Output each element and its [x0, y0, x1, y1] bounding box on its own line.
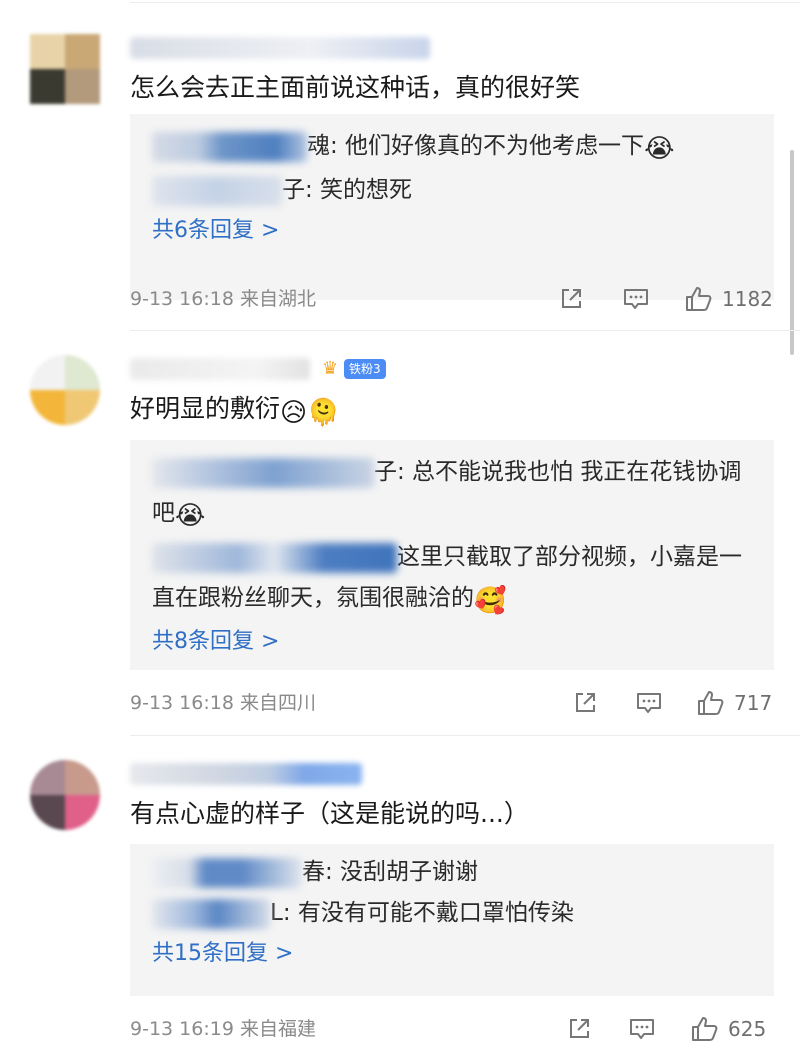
blushing-emoji: 🥰 [474, 586, 507, 616]
reply-username-blurred[interactable] [152, 857, 302, 888]
comment-item: 有点心虚的样子（这是能说的吗...） 春: 没刮胡子谢谢 L: 有没有可能不戴口… [0, 760, 800, 1060]
crying-laughing-emoji: 😭 [644, 134, 675, 164]
reply-box[interactable]: 春: 没刮胡子谢谢 L: 有没有可能不戴口罩怕传染 共15条回复 > [130, 844, 774, 996]
comment-item: ♛ 铁粉3 好明显的敷衍😥🫠 子: 总不能说我也怕 我正在花钱协调吧😭 这里只截… [0, 355, 800, 715]
timestamp-location: 9-13 16:19 来自福建 [130, 1018, 316, 1040]
fan-level-badge[interactable]: 铁粉3 [344, 359, 386, 379]
reply-line: L: 有没有可能不戴口罩怕传染 [152, 893, 752, 934]
username-blurred[interactable] [130, 37, 430, 59]
divider [130, 735, 800, 736]
sad-sweat-emoji: 😥 [280, 398, 308, 428]
comment-item: 怎么会去正主面前说这种话，真的很好笑 魂: 他们好像真的不为他考虑一下😭 子: … [0, 34, 800, 374]
comment-meta: 9-13 16:18 来自四川 717 [130, 688, 774, 718]
reply-username-blurred[interactable] [152, 175, 282, 206]
reply-line: 魂: 他们好像真的不为他考虑一下😭 [152, 126, 752, 170]
username-blurred[interactable] [130, 763, 362, 785]
view-more-replies-link[interactable]: 共15条回复 > [152, 934, 752, 974]
comment-icon[interactable] [622, 284, 650, 314]
reply-line: 这里只截取了部分视频，小嘉是一直在跟粉丝聊天，氛围很融洽的🥰 [152, 537, 752, 622]
reply-username-blurred[interactable] [152, 542, 397, 573]
like-button[interactable]: 717 [696, 688, 772, 718]
like-count: 1182 [722, 287, 773, 311]
comment-text: 怎么会去正主面前说这种话，真的很好笑 [130, 73, 581, 102]
comment-meta: 9-13 16:19 来自福建 625 [130, 1014, 774, 1044]
reply-username-blurred[interactable] [152, 131, 307, 162]
comment-list[interactable]: 怎么会去正主面前说这种话，真的很好笑 魂: 他们好像真的不为他考虑一下😭 子: … [0, 0, 800, 1060]
fan-crown-icon: ♛ [322, 358, 339, 379]
timestamp-location: 9-13 16:18 来自四川 [130, 692, 316, 714]
reply-box[interactable]: 魂: 他们好像真的不为他考虑一下😭 子: 笑的想死 共6条回复 > [130, 114, 774, 300]
reply-box[interactable]: 子: 总不能说我也怕 我正在花钱协调吧😭 这里只截取了部分视频，小嘉是一直在跟粉… [130, 440, 774, 670]
comment-meta: 9-13 16:18 来自湖北 1182 [130, 284, 774, 314]
thumbs-up-icon [698, 691, 724, 715]
share-icon[interactable] [572, 688, 598, 718]
crying-laughing-emoji: 😭 [175, 501, 206, 531]
timestamp-location: 9-13 16:18 来自湖北 [130, 288, 316, 310]
like-count: 717 [734, 691, 773, 715]
view-more-replies-link[interactable]: 共6条回复 > [152, 211, 752, 251]
reply-line: 春: 没刮胡子谢谢 [152, 852, 752, 893]
comment-text: 有点心虚的样子（这是能说的吗...） [130, 799, 529, 828]
reply-username-blurred[interactable] [152, 457, 374, 488]
reply-username-blurred[interactable] [152, 898, 270, 929]
comment-text: 好明显的敷衍😥🫠 [130, 391, 340, 431]
view-more-replies-link[interactable]: 共8条回复 > [152, 622, 752, 662]
comment-icon[interactable] [635, 688, 663, 718]
like-button[interactable]: 625 [690, 1014, 766, 1044]
like-count: 625 [728, 1017, 767, 1041]
avatar[interactable] [30, 34, 100, 104]
thumbs-up-icon [686, 287, 712, 311]
avatar[interactable] [30, 355, 100, 425]
username-blurred[interactable] [130, 358, 310, 380]
share-icon[interactable] [558, 284, 584, 314]
avatar[interactable] [30, 760, 100, 830]
reply-line: 子: 笑的想死 [152, 170, 752, 211]
melting-face-emoji: 🫠 [307, 398, 340, 428]
thumbs-up-icon [692, 1017, 718, 1041]
comment-icon[interactable] [628, 1014, 656, 1044]
like-button[interactable]: 1182 [684, 284, 773, 314]
share-icon[interactable] [566, 1014, 592, 1044]
divider [130, 330, 800, 331]
divider [130, 2, 800, 3]
reply-line: 子: 总不能说我也怕 我正在花钱协调吧😭 [152, 452, 752, 537]
